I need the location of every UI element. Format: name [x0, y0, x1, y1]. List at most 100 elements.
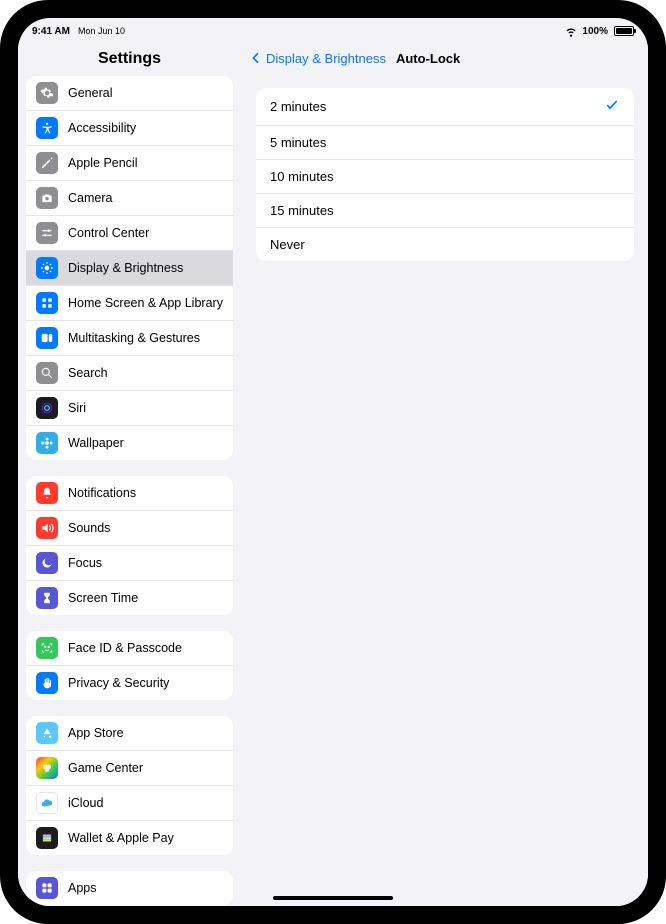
apps-icon: [36, 877, 58, 899]
sidebar-item-label: Camera: [68, 191, 112, 205]
sidebar-group: Apps: [26, 871, 233, 905]
status-date: Mon Jun 10: [78, 26, 125, 36]
sidebar-item-label: Multitasking & Gestures: [68, 331, 200, 345]
option-never[interactable]: Never: [256, 227, 634, 261]
detail-pane: Display & Brightness Auto-Lock 2 minutes…: [242, 40, 648, 906]
sidebar-group: Notifications Sounds Focus Screen T: [26, 476, 233, 615]
option-15-minutes[interactable]: 15 minutes: [256, 193, 634, 227]
sidebar-scroll[interactable]: General Accessibility Apple Pencil: [18, 76, 241, 906]
sidebar-item-notifications[interactable]: Notifications: [26, 476, 233, 510]
option-label: 10 minutes: [270, 169, 334, 184]
sidebar-item-label: Face ID & Passcode: [68, 641, 182, 655]
sidebar-item-privacy[interactable]: Privacy & Security: [26, 665, 233, 700]
sidebar-item-label: Apps: [68, 881, 97, 895]
camera-icon: [36, 187, 58, 209]
sidebar-item-camera[interactable]: Camera: [26, 180, 233, 215]
checkmark-icon: [604, 97, 620, 116]
sidebar-item-general[interactable]: General: [26, 76, 233, 110]
moon-icon: [36, 552, 58, 574]
settings-sidebar: Settings General Accessibility: [18, 40, 242, 906]
sidebar-item-search[interactable]: Search: [26, 355, 233, 390]
sidebar-item-siri[interactable]: Siri: [26, 390, 233, 425]
sidebar-item-label: Home Screen & App Library: [68, 296, 223, 310]
option-label: 2 minutes: [270, 99, 326, 114]
detail-title: Auto-Lock: [396, 51, 460, 66]
sidebar-item-faceid[interactable]: Face ID & Passcode: [26, 631, 233, 665]
device-frame: 9:41 AM Mon Jun 10 100% Settings: [0, 0, 666, 924]
sidebar-item-label: Privacy & Security: [68, 676, 169, 690]
sidebar-item-label: Notifications: [68, 486, 136, 500]
wifi-icon: [564, 24, 578, 38]
sidebar-item-accessibility[interactable]: Accessibility: [26, 110, 233, 145]
app-store-icon: [36, 722, 58, 744]
sidebar-item-sounds[interactable]: Sounds: [26, 510, 233, 545]
sidebar-item-label: Wallet & Apple Pay: [68, 831, 174, 845]
status-bar: 9:41 AM Mon Jun 10 100%: [18, 18, 648, 40]
autolock-options: 2 minutes 5 minutes 10 minutes 15 minute…: [256, 88, 634, 261]
detail-body: 2 minutes 5 minutes 10 minutes 15 minute…: [242, 74, 648, 275]
bell-icon: [36, 482, 58, 504]
sidebar-item-label: Search: [68, 366, 108, 380]
flower-icon: [36, 432, 58, 454]
sidebar-group: General Accessibility Apple Pencil: [26, 76, 233, 460]
sidebar-item-game-center[interactable]: Game Center: [26, 750, 233, 785]
hourglass-icon: [36, 587, 58, 609]
battery-percent: 100%: [582, 26, 608, 37]
split-content: Settings General Accessibility: [18, 40, 648, 906]
screen: 9:41 AM Mon Jun 10 100% Settings: [18, 18, 648, 906]
option-label: Never: [270, 237, 305, 252]
sidebar-item-label: Apple Pencil: [68, 156, 138, 170]
pencil-icon: [36, 152, 58, 174]
sidebar-item-app-store[interactable]: App Store: [26, 716, 233, 750]
cloud-icon: [36, 792, 58, 814]
sidebar-item-apps[interactable]: Apps: [26, 871, 233, 905]
sidebar-item-home-screen[interactable]: Home Screen & App Library: [26, 285, 233, 320]
sidebar-item-label: Siri: [68, 401, 86, 415]
sidebar-item-control-center[interactable]: Control Center: [26, 215, 233, 250]
sidebar-item-wallet[interactable]: Wallet & Apple Pay: [26, 820, 233, 855]
sidebar-item-display-brightness[interactable]: Display & Brightness: [26, 250, 233, 285]
sidebar-group: Face ID & Passcode Privacy & Security: [26, 631, 233, 700]
sidebar-item-label: Focus: [68, 556, 102, 570]
sidebar-item-label: General: [68, 86, 112, 100]
option-2-minutes[interactable]: 2 minutes: [256, 88, 634, 125]
back-label: Display & Brightness: [266, 51, 386, 66]
option-10-minutes[interactable]: 10 minutes: [256, 159, 634, 193]
sidebar-item-label: App Store: [68, 726, 124, 740]
sidebar-item-label: Sounds: [68, 521, 110, 535]
chevron-left-icon: [248, 50, 264, 66]
gear-icon: [36, 82, 58, 104]
sliders-icon: [36, 222, 58, 244]
grid-icon: [36, 292, 58, 314]
sidebar-item-multitasking[interactable]: Multitasking & Gestures: [26, 320, 233, 355]
back-button[interactable]: Display & Brightness: [248, 50, 386, 66]
sidebar-item-icloud[interactable]: iCloud: [26, 785, 233, 820]
sidebar-item-wallpaper[interactable]: Wallpaper: [26, 425, 233, 460]
hand-icon: [36, 672, 58, 694]
brightness-icon: [36, 257, 58, 279]
sidebar-title: Settings: [18, 40, 241, 76]
game-center-icon: [36, 757, 58, 779]
siri-icon: [36, 397, 58, 419]
sidebar-item-label: Wallpaper: [68, 436, 124, 450]
option-label: 5 minutes: [270, 135, 326, 150]
status-time: 9:41 AM: [32, 26, 70, 37]
sidebar-item-label: iCloud: [68, 796, 103, 810]
sidebar-item-focus[interactable]: Focus: [26, 545, 233, 580]
sidebar-item-label: Game Center: [68, 761, 143, 775]
multitask-icon: [36, 327, 58, 349]
wallet-icon: [36, 827, 58, 849]
speaker-icon: [36, 517, 58, 539]
sidebar-item-apple-pencil[interactable]: Apple Pencil: [26, 145, 233, 180]
sidebar-item-label: Accessibility: [68, 121, 136, 135]
option-5-minutes[interactable]: 5 minutes: [256, 125, 634, 159]
sidebar-item-screen-time[interactable]: Screen Time: [26, 580, 233, 615]
faceid-icon: [36, 637, 58, 659]
home-indicator[interactable]: [273, 896, 393, 900]
search-icon: [36, 362, 58, 384]
accessibility-icon: [36, 117, 58, 139]
detail-navbar: Display & Brightness Auto-Lock: [242, 40, 648, 74]
battery-icon: [612, 26, 634, 36]
sidebar-item-label: Screen Time: [68, 591, 138, 605]
sidebar-group: App Store Game Center iCloud Wallet: [26, 716, 233, 855]
